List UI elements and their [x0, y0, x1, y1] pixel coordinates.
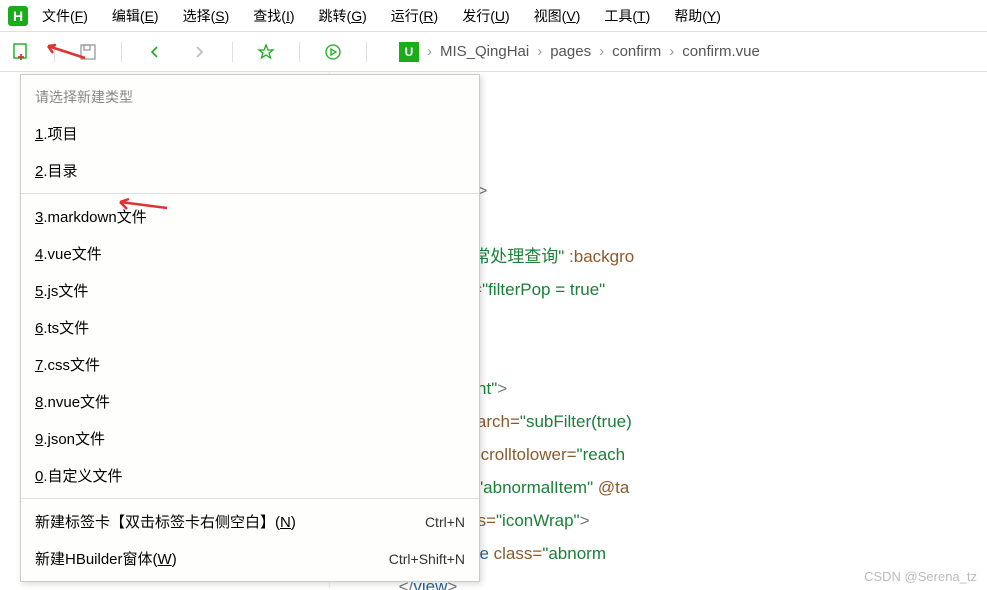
toolbar-separator [366, 42, 367, 62]
dropdown-item-vue[interactable]: 4.vue文件 [21, 235, 479, 272]
toolbar-separator [232, 42, 233, 62]
menu-select[interactable]: 选择(S) [173, 2, 240, 30]
annotation-arrow [40, 38, 90, 68]
breadcrumb-item[interactable]: MIS_QingHai [440, 43, 529, 60]
dropdown-separator [21, 498, 479, 499]
forward-icon[interactable] [188, 41, 210, 63]
dropdown-item-project[interactable]: 1.项目 [21, 115, 479, 152]
watermark: CSDN @Serena_tz [864, 569, 977, 584]
menubar: H 文件(F) 编辑(E) 选择(S) 查找(I) 跳转(G) 运行(R) 发行… [0, 0, 987, 32]
menu-help[interactable]: 帮助(Y) [664, 2, 731, 30]
star-icon[interactable] [255, 41, 277, 63]
dropdown-item-js[interactable]: 5.js文件 [21, 272, 479, 309]
toolbar: U › MIS_QingHai › pages › confirm › conf… [0, 32, 987, 72]
project-icon: U [399, 42, 419, 62]
dropdown-item-json[interactable]: 9.json文件 [21, 420, 479, 457]
menu-tools[interactable]: 工具(T) [594, 2, 660, 30]
menu-publish[interactable]: 发行(U) [452, 2, 519, 30]
annotation-arrow [112, 192, 172, 218]
menu-edit[interactable]: 编辑(E) [102, 2, 169, 30]
dropdown-item-custom[interactable]: 0.自定义文件 [21, 457, 479, 494]
dropdown-item-newtab[interactable]: 新建标签卡【双击标签卡右侧空白】(N)Ctrl+N [21, 503, 479, 540]
dropdown-item-markdown[interactable]: 3.markdown文件 [21, 198, 479, 235]
breadcrumb-item[interactable]: confirm [612, 43, 661, 60]
menu-run[interactable]: 运行(R) [381, 2, 448, 30]
chevron-right-icon: › [669, 43, 674, 60]
toolbar-separator [299, 42, 300, 62]
chevron-right-icon: › [427, 43, 432, 60]
chevron-right-icon: › [537, 43, 542, 60]
chevron-right-icon: › [599, 43, 604, 60]
menu-find[interactable]: 查找(I) [243, 2, 304, 30]
dropdown-item-ts[interactable]: 6.ts文件 [21, 309, 479, 346]
dropdown-item-directory[interactable]: 2.目录 [21, 152, 479, 189]
new-file-icon[interactable] [10, 41, 32, 63]
breadcrumb: U › MIS_QingHai › pages › confirm › conf… [399, 42, 760, 62]
app-logo: H [8, 6, 28, 26]
dropdown-separator [21, 193, 479, 194]
breadcrumb-item[interactable]: confirm.vue [682, 43, 760, 60]
dropdown-title: 请选择新建类型 [21, 81, 479, 115]
content-area: 请选择新建类型 1.项目 2.目录 3.markdown文件 4.vue文件 5… [0, 72, 987, 588]
run-icon[interactable] [322, 41, 344, 63]
dropdown-item-nvue[interactable]: 8.nvue文件 [21, 383, 479, 420]
menu-goto[interactable]: 跳转(G) [309, 2, 377, 30]
menu-file[interactable]: 文件(F) [32, 2, 98, 30]
dropdown-item-css[interactable]: 7.css文件 [21, 346, 479, 383]
back-icon[interactable] [144, 41, 166, 63]
dropdown-item-newwindow[interactable]: 新建HBuilder窗体(W)Ctrl+Shift+N [21, 540, 479, 577]
menu-view[interactable]: 视图(V) [524, 2, 591, 30]
breadcrumb-item[interactable]: pages [550, 43, 591, 60]
toolbar-separator [121, 42, 122, 62]
new-file-dropdown: 请选择新建类型 1.项目 2.目录 3.markdown文件 4.vue文件 5… [20, 74, 480, 582]
